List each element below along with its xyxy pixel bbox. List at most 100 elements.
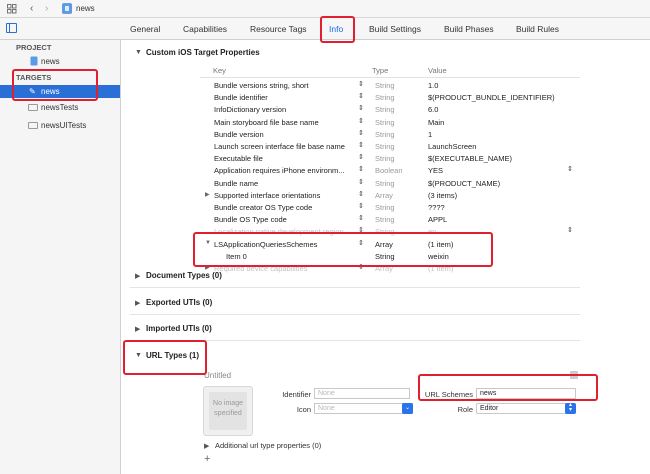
- property-key: Executable file: [214, 154, 263, 164]
- table-header-type: Type: [372, 66, 389, 75]
- stepper-icon[interactable]: ⇕: [358, 129, 364, 137]
- property-row[interactable]: Localization native development region ⇕ S…: [200, 226, 580, 238]
- sidebar-item-project-news[interactable]: news: [41, 57, 60, 66]
- property-row[interactable]: Executable file ⇕ String $(EXECUTABLE_NAME): [200, 153, 580, 165]
- stepper-icon[interactable]: ⇕: [358, 117, 364, 125]
- property-row[interactable]: ▼ LSApplicationQueriesSchemes ⇕ Array (1 ite…: [200, 239, 580, 251]
- stepper-icon[interactable]: ⇕: [358, 153, 364, 161]
- property-value: YES: [428, 166, 444, 176]
- stepper-icon[interactable]: ⇕: [358, 80, 364, 88]
- property-type: String: [375, 203, 395, 212]
- property-row[interactable]: Item 0 String weixin: [212, 251, 592, 263]
- tab-general[interactable]: General: [130, 24, 160, 34]
- property-row[interactable]: ▶ Supported interface orientations ⇕ Array (…: [200, 190, 580, 202]
- property-row[interactable]: Launch screen interface file base name ⇕ S…: [200, 141, 580, 153]
- stepper-icon[interactable]: ⇕: [358, 239, 364, 247]
- stepper-icon[interactable]: ⇕: [358, 104, 364, 112]
- breadcrumb-project[interactable]: news: [76, 4, 95, 13]
- sidebar-item-target-news[interactable]: ✎ news: [0, 85, 120, 98]
- add-url-type-button[interactable]: +: [204, 453, 210, 465]
- property-value: 6.0: [428, 105, 439, 115]
- property-value: APPL: [428, 215, 448, 225]
- disclosure-open-icon[interactable]: ▼: [135, 49, 142, 56]
- value-stepper-icon[interactable]: ⇕: [567, 165, 573, 173]
- icon-select[interactable]: None ⌄: [314, 403, 413, 414]
- property-key: Item 0: [226, 251, 247, 261]
- stepper-icon[interactable]: ⇕: [358, 202, 364, 210]
- property-row[interactable]: Main storyboard file base name ⇕ String Mai…: [200, 117, 580, 129]
- tab-build-phases[interactable]: Build Phases: [444, 24, 494, 34]
- disclosure-closed-icon[interactable]: ▶: [135, 299, 140, 307]
- property-key: Bundle OS Type code: [214, 215, 287, 225]
- project-icon: [30, 56, 38, 66]
- property-row[interactable]: ▶ Required device capabilities ⇕ Array (1 it…: [200, 263, 580, 275]
- back-arrow-icon[interactable]: ‹: [30, 3, 33, 14]
- property-row[interactable]: Bundle version ⇕ String 1: [200, 129, 580, 141]
- app-target-icon: ✎: [29, 87, 36, 96]
- property-row[interactable]: Bundle versions string, short ⇕ String 1.0: [200, 80, 580, 92]
- stepper-icon[interactable]: ⇕: [358, 190, 364, 198]
- property-value: (3 items): [428, 190, 458, 200]
- property-type: Array: [375, 264, 393, 273]
- identifier-input[interactable]: None: [314, 388, 410, 399]
- remove-url-type-icon[interactable]: [570, 371, 578, 379]
- stepper-icon[interactable]: ⇕: [358, 141, 364, 149]
- disclosure-open-icon[interactable]: ▼: [135, 352, 142, 359]
- property-value: (1 item): [428, 264, 454, 273]
- property-value: $(PRODUCT_BUNDLE_IDENTIFIER): [428, 93, 555, 103]
- property-type: String: [375, 251, 395, 261]
- project-navigator: PROJECT news TARGETS ✎ news newsTests ne…: [0, 40, 121, 474]
- role-select[interactable]: Editor ▴ ▾: [476, 402, 576, 414]
- tab-capabilities[interactable]: Capabilities: [183, 24, 227, 34]
- tab-build-rules[interactable]: Build Rules: [516, 24, 559, 34]
- section-divider: [130, 314, 580, 315]
- property-row[interactable]: InfoDictionary version ⇕ String 6.0: [200, 104, 580, 116]
- stepper-icon[interactable]: ⇕: [358, 92, 364, 100]
- url-type-image-well[interactable]: No image specified: [203, 386, 253, 436]
- property-key: Launch screen interface file base name: [214, 142, 345, 151]
- additional-properties-label[interactable]: Additional url type properties (0): [215, 441, 321, 450]
- stepper-icon[interactable]: ⇕: [358, 226, 364, 234]
- property-row[interactable]: Bundle OS Type code ⇕ String APPL: [200, 214, 580, 226]
- property-value: weixin: [428, 251, 449, 261]
- disclosure-icon[interactable]: ▼: [205, 240, 211, 246]
- property-value: $(PRODUCT_NAME): [428, 178, 501, 188]
- property-value: Main: [428, 117, 445, 127]
- tab-resource-tags[interactable]: Resource Tags: [250, 24, 307, 34]
- property-row[interactable]: Application requires iPhone environm... ⇕…: [200, 165, 580, 177]
- image-placeholder-text: No image specified: [213, 400, 243, 417]
- exported-utis-title[interactable]: Exported UTIs (0): [146, 298, 212, 307]
- property-value: ????: [428, 203, 445, 212]
- disclosure-icon[interactable]: ▶: [205, 264, 210, 271]
- disclosure-icon[interactable]: ▶: [205, 191, 210, 198]
- disclosure-closed-icon[interactable]: ▶: [135, 325, 140, 333]
- stepper-icon[interactable]: ⇕: [358, 165, 364, 173]
- table-divider: [200, 77, 580, 78]
- stepper-icon[interactable]: ⇕: [358, 178, 364, 186]
- grid-icon[interactable]: [7, 4, 17, 14]
- forward-arrow-icon[interactable]: ›: [45, 3, 48, 14]
- property-type: String: [375, 215, 395, 225]
- disclosure-closed-icon[interactable]: ▶: [135, 272, 140, 280]
- stepper-icon[interactable]: ⇕: [358, 214, 364, 222]
- property-key: Bundle versions string, short: [214, 81, 309, 90]
- url-schemes-input[interactable]: news: [476, 388, 576, 399]
- property-row[interactable]: Bundle name ⇕ String $(PRODUCT_NAME): [200, 178, 580, 190]
- property-row[interactable]: Bundle creator OS Type code ⇕ String????: [200, 202, 580, 214]
- sidebar-item-target-newstests[interactable]: newsTests: [41, 103, 78, 112]
- stepper-icon[interactable]: ⇕: [358, 263, 364, 271]
- sidebar-toggle-icon[interactable]: [6, 23, 17, 33]
- property-value: LaunchScreen: [428, 142, 477, 151]
- tab-build-settings[interactable]: Build Settings: [369, 24, 421, 34]
- property-row[interactable]: Bundle identifier ⇕ String $(PRODUCT_BUNDLE…: [200, 92, 580, 104]
- property-type: String: [375, 227, 395, 237]
- url-types-title[interactable]: URL Types (1): [146, 351, 199, 360]
- sidebar-item-target-newsuitests[interactable]: newsUITests: [41, 121, 86, 130]
- document-types-title[interactable]: Document Types (0): [146, 271, 222, 280]
- property-type: String: [375, 117, 395, 127]
- tab-info[interactable]: Info: [329, 24, 343, 34]
- url-type-title[interactable]: Untitled: [204, 371, 231, 380]
- value-stepper-icon[interactable]: ⇕: [567, 226, 573, 234]
- imported-utis-title[interactable]: Imported UTIs (0): [146, 324, 212, 333]
- disclosure-closed-icon[interactable]: ▶: [204, 442, 209, 450]
